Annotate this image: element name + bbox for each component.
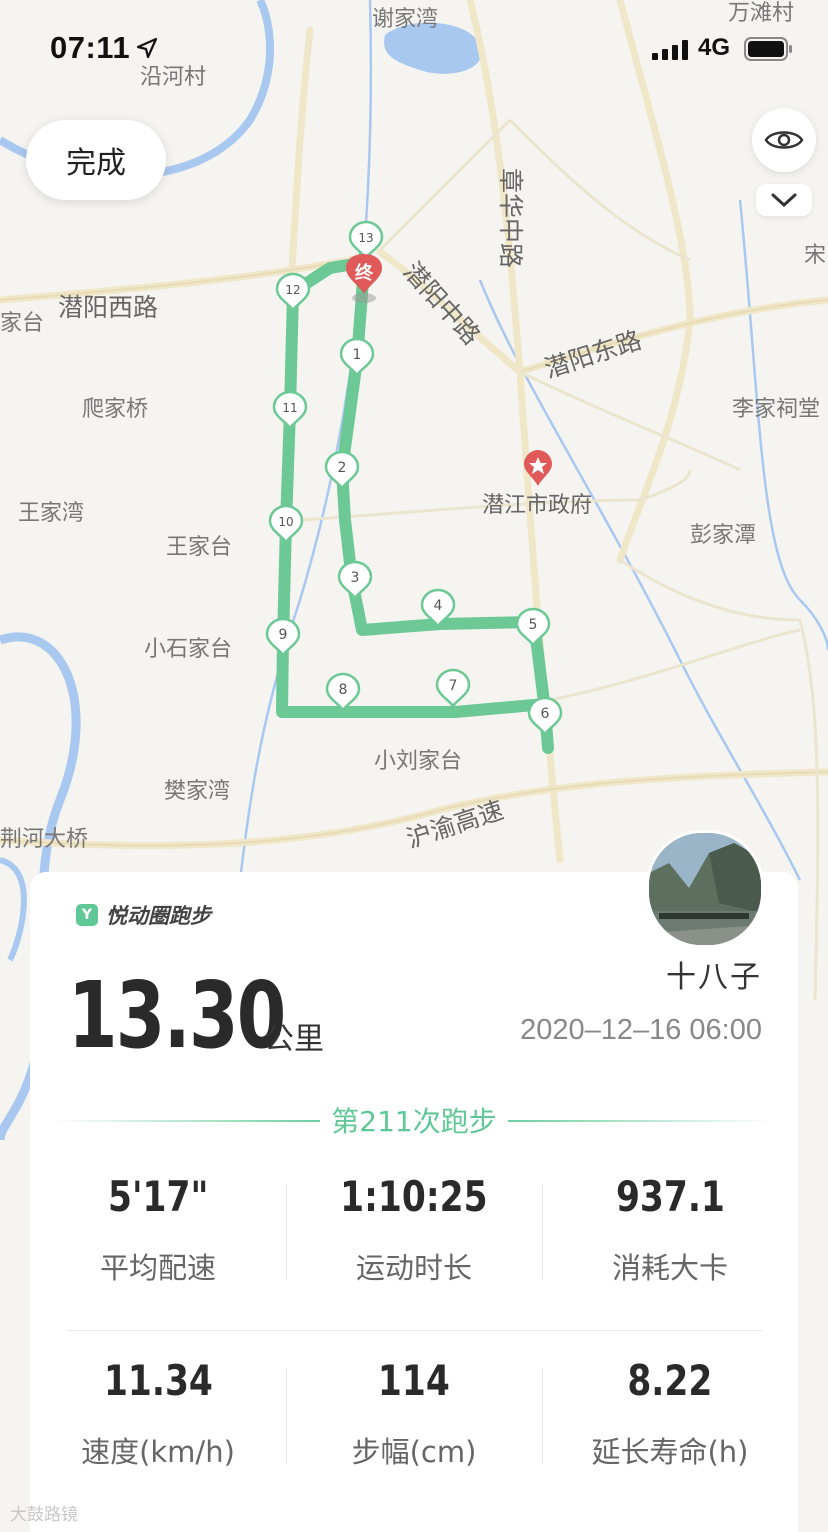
stat-duration: 1:10:25 运动时长: [286, 1172, 542, 1287]
run-summary-card: Y 悦动圈跑步 十八子 13.30 公里 2020–12–16 06:00 第2…: [30, 830, 798, 1532]
stat-value: 11.34: [103, 1356, 213, 1405]
map-label: 宋: [804, 243, 826, 268]
brand-name: 悦动圈跑步: [106, 904, 211, 928]
waypoint-label: 6: [541, 706, 550, 722]
waypoint-label: 5: [529, 617, 538, 633]
distance-value: 13.30: [68, 962, 286, 1069]
map-label: 小石家台: [144, 637, 232, 662]
location-arrow-icon: [136, 37, 158, 59]
stat-stride: 114 步幅(cm): [286, 1356, 542, 1471]
waypoint-label: 9: [279, 627, 288, 643]
map-label: 小刘家台: [374, 749, 462, 774]
brand-logo-icon: Y: [76, 904, 98, 926]
stat-value: 1:10:25: [340, 1172, 488, 1221]
stat-label: 运动时长: [355, 1251, 472, 1285]
watermark: 大鼓路镜: [10, 1505, 78, 1525]
map-label: 潜江市政府: [482, 493, 592, 518]
waypoint-label: 11: [282, 401, 297, 415]
waypoint-label: 1: [353, 347, 362, 363]
stat-value: 5'17": [107, 1172, 209, 1221]
stat-label: 平均配速: [99, 1251, 216, 1285]
stat-calories: 937.1 消耗大卡: [542, 1172, 798, 1287]
stat-label: 消耗大卡: [611, 1251, 728, 1285]
map-label: 王家湾: [18, 501, 84, 526]
signal-icon: [652, 40, 688, 60]
stat-life-extension: 8.22 延长寿命(h): [542, 1356, 798, 1471]
map-label: 爬家桥: [82, 397, 148, 422]
brand: Y 悦动圈跑步: [76, 900, 211, 930]
map-label: 家台: [0, 311, 44, 336]
map-label: 王家台: [166, 535, 232, 560]
map-label: 潜阳西路: [58, 293, 158, 322]
map-label: 彭家潭: [690, 523, 756, 548]
waypoint-label: 8: [339, 682, 348, 698]
map-label: 荆河大桥: [0, 827, 88, 852]
stat-avg-pace: 5'17" 平均配速: [30, 1172, 286, 1287]
finish-marker: 终: [344, 254, 384, 304]
stat-speed: 11.34 速度(km/h): [30, 1356, 286, 1471]
run-datetime: 2020–12–16 06:00: [520, 1014, 762, 1046]
waypoint-label: 10: [278, 515, 293, 529]
stat-value: 8.22: [627, 1356, 713, 1405]
run-count: 第211次跑步: [331, 1105, 497, 1138]
distance-unit: 公里: [264, 1022, 324, 1057]
waypoint-label: 7: [449, 678, 458, 694]
divider: [508, 1120, 776, 1122]
network-type: 4G: [698, 34, 731, 61]
collapse-button[interactable]: [756, 184, 812, 216]
waypoint-label: 12: [285, 283, 300, 297]
finish-label: 终: [355, 263, 373, 284]
map-label: 章华中路: [496, 168, 525, 268]
avatar[interactable]: [646, 830, 764, 948]
stat-label: 步幅(cm): [351, 1435, 477, 1469]
status-bar: 07:11 4G: [0, 0, 828, 100]
waypoint-label: 2: [338, 460, 347, 476]
stat-label: 延长寿命(h): [591, 1435, 749, 1469]
stat-value: 114: [378, 1356, 450, 1405]
waypoint-label: 4: [434, 598, 443, 614]
divider: [66, 1330, 762, 1331]
map-label: 樊家湾: [164, 779, 230, 804]
eye-icon: [764, 131, 804, 149]
username: 十八子: [666, 960, 762, 995]
chevron-down-icon: [771, 193, 797, 207]
status-time: 07:11: [50, 30, 131, 65]
battery-icon: [744, 37, 792, 61]
stat-label: 速度(km/h): [81, 1435, 235, 1469]
waypoint-label: 13: [358, 231, 373, 245]
stat-value: 937.1: [615, 1172, 725, 1221]
divider: [52, 1120, 320, 1122]
visibility-toggle-button[interactable]: [752, 108, 816, 172]
map-label: 李家祠堂: [732, 397, 820, 422]
waypoint-label: 3: [351, 570, 360, 586]
done-button[interactable]: 完成: [26, 120, 166, 200]
